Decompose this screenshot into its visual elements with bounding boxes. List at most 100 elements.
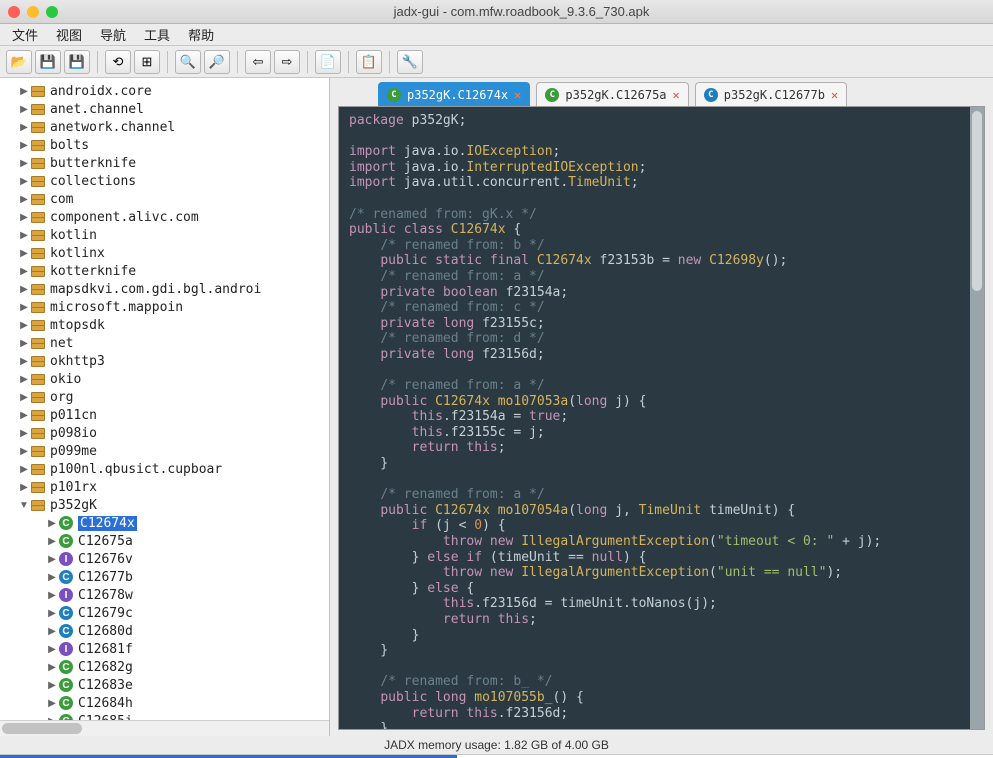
code-content[interactable]: package p352gK; import java.io.IOExcepti… bbox=[339, 107, 984, 730]
tree-package-row[interactable]: ▶com bbox=[0, 190, 329, 208]
expand-arrow-icon[interactable]: ▶ bbox=[46, 572, 58, 583]
tree-package-row[interactable]: ▶p100nl.qbusict.cupboar bbox=[0, 460, 329, 478]
expand-arrow-icon[interactable]: ▶ bbox=[18, 428, 30, 439]
expand-arrow-icon[interactable]: ▶ bbox=[18, 356, 30, 367]
expand-arrow-icon[interactable]: ▶ bbox=[18, 194, 30, 205]
expand-arrow-icon[interactable]: ▶ bbox=[46, 662, 58, 673]
tree-package-row[interactable]: ▶p011cn bbox=[0, 406, 329, 424]
code-v-scrollbar[interactable] bbox=[970, 107, 984, 729]
expand-arrow-icon[interactable]: ▶ bbox=[18, 482, 30, 493]
tree-package-row[interactable]: ▼p352gK bbox=[0, 496, 329, 514]
expand-arrow-icon[interactable]: ▶ bbox=[18, 320, 30, 331]
tree-package-row[interactable]: ▶net bbox=[0, 334, 329, 352]
expand-arrow-icon[interactable]: ▶ bbox=[18, 284, 30, 295]
expand-arrow-icon[interactable]: ▶ bbox=[46, 680, 58, 691]
tree-package-row[interactable]: ▶org bbox=[0, 388, 329, 406]
zoom-window-button[interactable] bbox=[46, 6, 58, 18]
tree-class-row[interactable]: ▶CC12677b bbox=[0, 568, 329, 586]
close-window-button[interactable] bbox=[8, 6, 20, 18]
tree-package-row[interactable]: ▶okio bbox=[0, 370, 329, 388]
expand-arrow-icon[interactable]: ▶ bbox=[18, 392, 30, 403]
expand-arrow-icon[interactable]: ▶ bbox=[18, 464, 30, 475]
close-tab-icon[interactable]: ✕ bbox=[514, 88, 521, 102]
tree-package-row[interactable]: ▶anetwork.channel bbox=[0, 118, 329, 136]
expand-arrow-icon[interactable]: ▶ bbox=[18, 266, 30, 277]
tree-package-row[interactable]: ▶bolts bbox=[0, 136, 329, 154]
expand-arrow-icon[interactable]: ▶ bbox=[46, 518, 58, 529]
menu-tools[interactable]: 工具 bbox=[144, 25, 170, 44]
tree-class-row[interactable]: ▶CC12674x bbox=[0, 514, 329, 532]
expand-arrow-icon[interactable]: ▶ bbox=[18, 446, 30, 457]
open-button[interactable]: 📂 bbox=[6, 50, 32, 74]
expand-arrow-icon[interactable]: ▶ bbox=[18, 158, 30, 169]
log-button[interactable]: 📋 bbox=[356, 50, 382, 74]
expand-arrow-icon[interactable]: ▶ bbox=[46, 626, 58, 637]
grid-button[interactable]: ⊞ bbox=[134, 50, 160, 74]
expand-arrow-icon[interactable]: ▶ bbox=[18, 140, 30, 151]
tree-class-row[interactable]: ▶CC12682g bbox=[0, 658, 329, 676]
expand-arrow-icon[interactable]: ▶ bbox=[18, 230, 30, 241]
expand-arrow-icon[interactable]: ▶ bbox=[46, 536, 58, 547]
tree-package-row[interactable]: ▶mtopsdk bbox=[0, 316, 329, 334]
tree-package-row[interactable]: ▶anet.channel bbox=[0, 100, 329, 118]
expand-arrow-icon[interactable]: ▶ bbox=[18, 410, 30, 421]
close-tab-icon[interactable]: ✕ bbox=[831, 88, 838, 102]
tree-package-row[interactable]: ▶microsoft.mappoin bbox=[0, 298, 329, 316]
save-button[interactable]: 💾 bbox=[35, 50, 61, 74]
menu-file[interactable]: 文件 bbox=[12, 25, 38, 44]
tree-class-row[interactable]: ▶CC12679c bbox=[0, 604, 329, 622]
close-tab-icon[interactable]: ✕ bbox=[673, 88, 680, 102]
tree-package-row[interactable]: ▶kotterknife bbox=[0, 262, 329, 280]
tree-package-row[interactable]: ▶p098io bbox=[0, 424, 329, 442]
editor-tab[interactable]: Cp352gK.C12677b✕ bbox=[695, 82, 847, 106]
tree-h-scrollbar[interactable] bbox=[0, 720, 329, 736]
expand-arrow-icon[interactable]: ▶ bbox=[18, 86, 30, 97]
sync-button[interactable]: ⟲ bbox=[105, 50, 131, 74]
back-button[interactable]: ⇦ bbox=[245, 50, 271, 74]
expand-arrow-icon[interactable]: ▶ bbox=[18, 248, 30, 259]
expand-arrow-icon[interactable]: ▶ bbox=[18, 374, 30, 385]
tree-package-row[interactable]: ▶okhttp3 bbox=[0, 352, 329, 370]
expand-arrow-icon[interactable]: ▶ bbox=[18, 302, 30, 313]
minimize-window-button[interactable] bbox=[27, 6, 39, 18]
tree-class-row[interactable]: ▶IC12676v bbox=[0, 550, 329, 568]
tree-package-row[interactable]: ▶butterknife bbox=[0, 154, 329, 172]
expand-arrow-icon[interactable]: ▶ bbox=[18, 104, 30, 115]
editor-tab[interactable]: Cp352gK.C12675a✕ bbox=[536, 82, 688, 106]
expand-arrow-icon[interactable]: ▶ bbox=[46, 590, 58, 601]
code-editor[interactable]: package p352gK; import java.io.IOExcepti… bbox=[338, 106, 985, 730]
search-button[interactable]: 🔍 bbox=[175, 50, 201, 74]
tree-package-row[interactable]: ▶p101rx bbox=[0, 478, 329, 496]
expand-arrow-icon[interactable]: ▶ bbox=[46, 644, 58, 655]
preferences-button[interactable]: 🔧 bbox=[397, 50, 423, 74]
tree-class-row[interactable]: ▶CC12675a bbox=[0, 532, 329, 550]
tree-package-row[interactable]: ▶androidx.core bbox=[0, 82, 329, 100]
tree-class-row[interactable]: ▶CC12685i bbox=[0, 712, 329, 720]
tree-package-row[interactable]: ▶kotlin bbox=[0, 226, 329, 244]
expand-arrow-icon[interactable]: ▶ bbox=[18, 212, 30, 223]
package-tree[interactable]: ▶androidx.core▶anet.channel▶anetwork.cha… bbox=[0, 78, 329, 720]
editor-tab[interactable]: Cp352gK.C12674x✕ bbox=[378, 82, 530, 106]
collapse-arrow-icon[interactable]: ▼ bbox=[18, 500, 30, 511]
tree-class-row[interactable]: ▶IC12681f bbox=[0, 640, 329, 658]
tree-package-row[interactable]: ▶component.alivc.com bbox=[0, 208, 329, 226]
tree-class-row[interactable]: ▶CC12683e bbox=[0, 676, 329, 694]
expand-arrow-icon[interactable]: ▶ bbox=[18, 176, 30, 187]
menu-nav[interactable]: 导航 bbox=[100, 25, 126, 44]
forward-button[interactable]: ⇨ bbox=[274, 50, 300, 74]
tree-class-row[interactable]: ▶CC12684h bbox=[0, 694, 329, 712]
tree-package-row[interactable]: ▶collections bbox=[0, 172, 329, 190]
tree-class-row[interactable]: ▶IC12678w bbox=[0, 586, 329, 604]
tree-class-row[interactable]: ▶CC12680d bbox=[0, 622, 329, 640]
tree-package-row[interactable]: ▶mapsdkvi.com.gdi.bgl.androi bbox=[0, 280, 329, 298]
expand-arrow-icon[interactable]: ▶ bbox=[18, 122, 30, 133]
tree-package-row[interactable]: ▶kotlinx bbox=[0, 244, 329, 262]
menu-view[interactable]: 视图 bbox=[56, 25, 82, 44]
find-button[interactable]: 🔎 bbox=[204, 50, 230, 74]
deobf-button[interactable]: 📄 bbox=[315, 50, 341, 74]
menu-help[interactable]: 帮助 bbox=[188, 25, 214, 44]
tree-package-row[interactable]: ▶p099me bbox=[0, 442, 329, 460]
expand-arrow-icon[interactable]: ▶ bbox=[46, 698, 58, 709]
expand-arrow-icon[interactable]: ▶ bbox=[46, 554, 58, 565]
expand-arrow-icon[interactable]: ▶ bbox=[46, 608, 58, 619]
